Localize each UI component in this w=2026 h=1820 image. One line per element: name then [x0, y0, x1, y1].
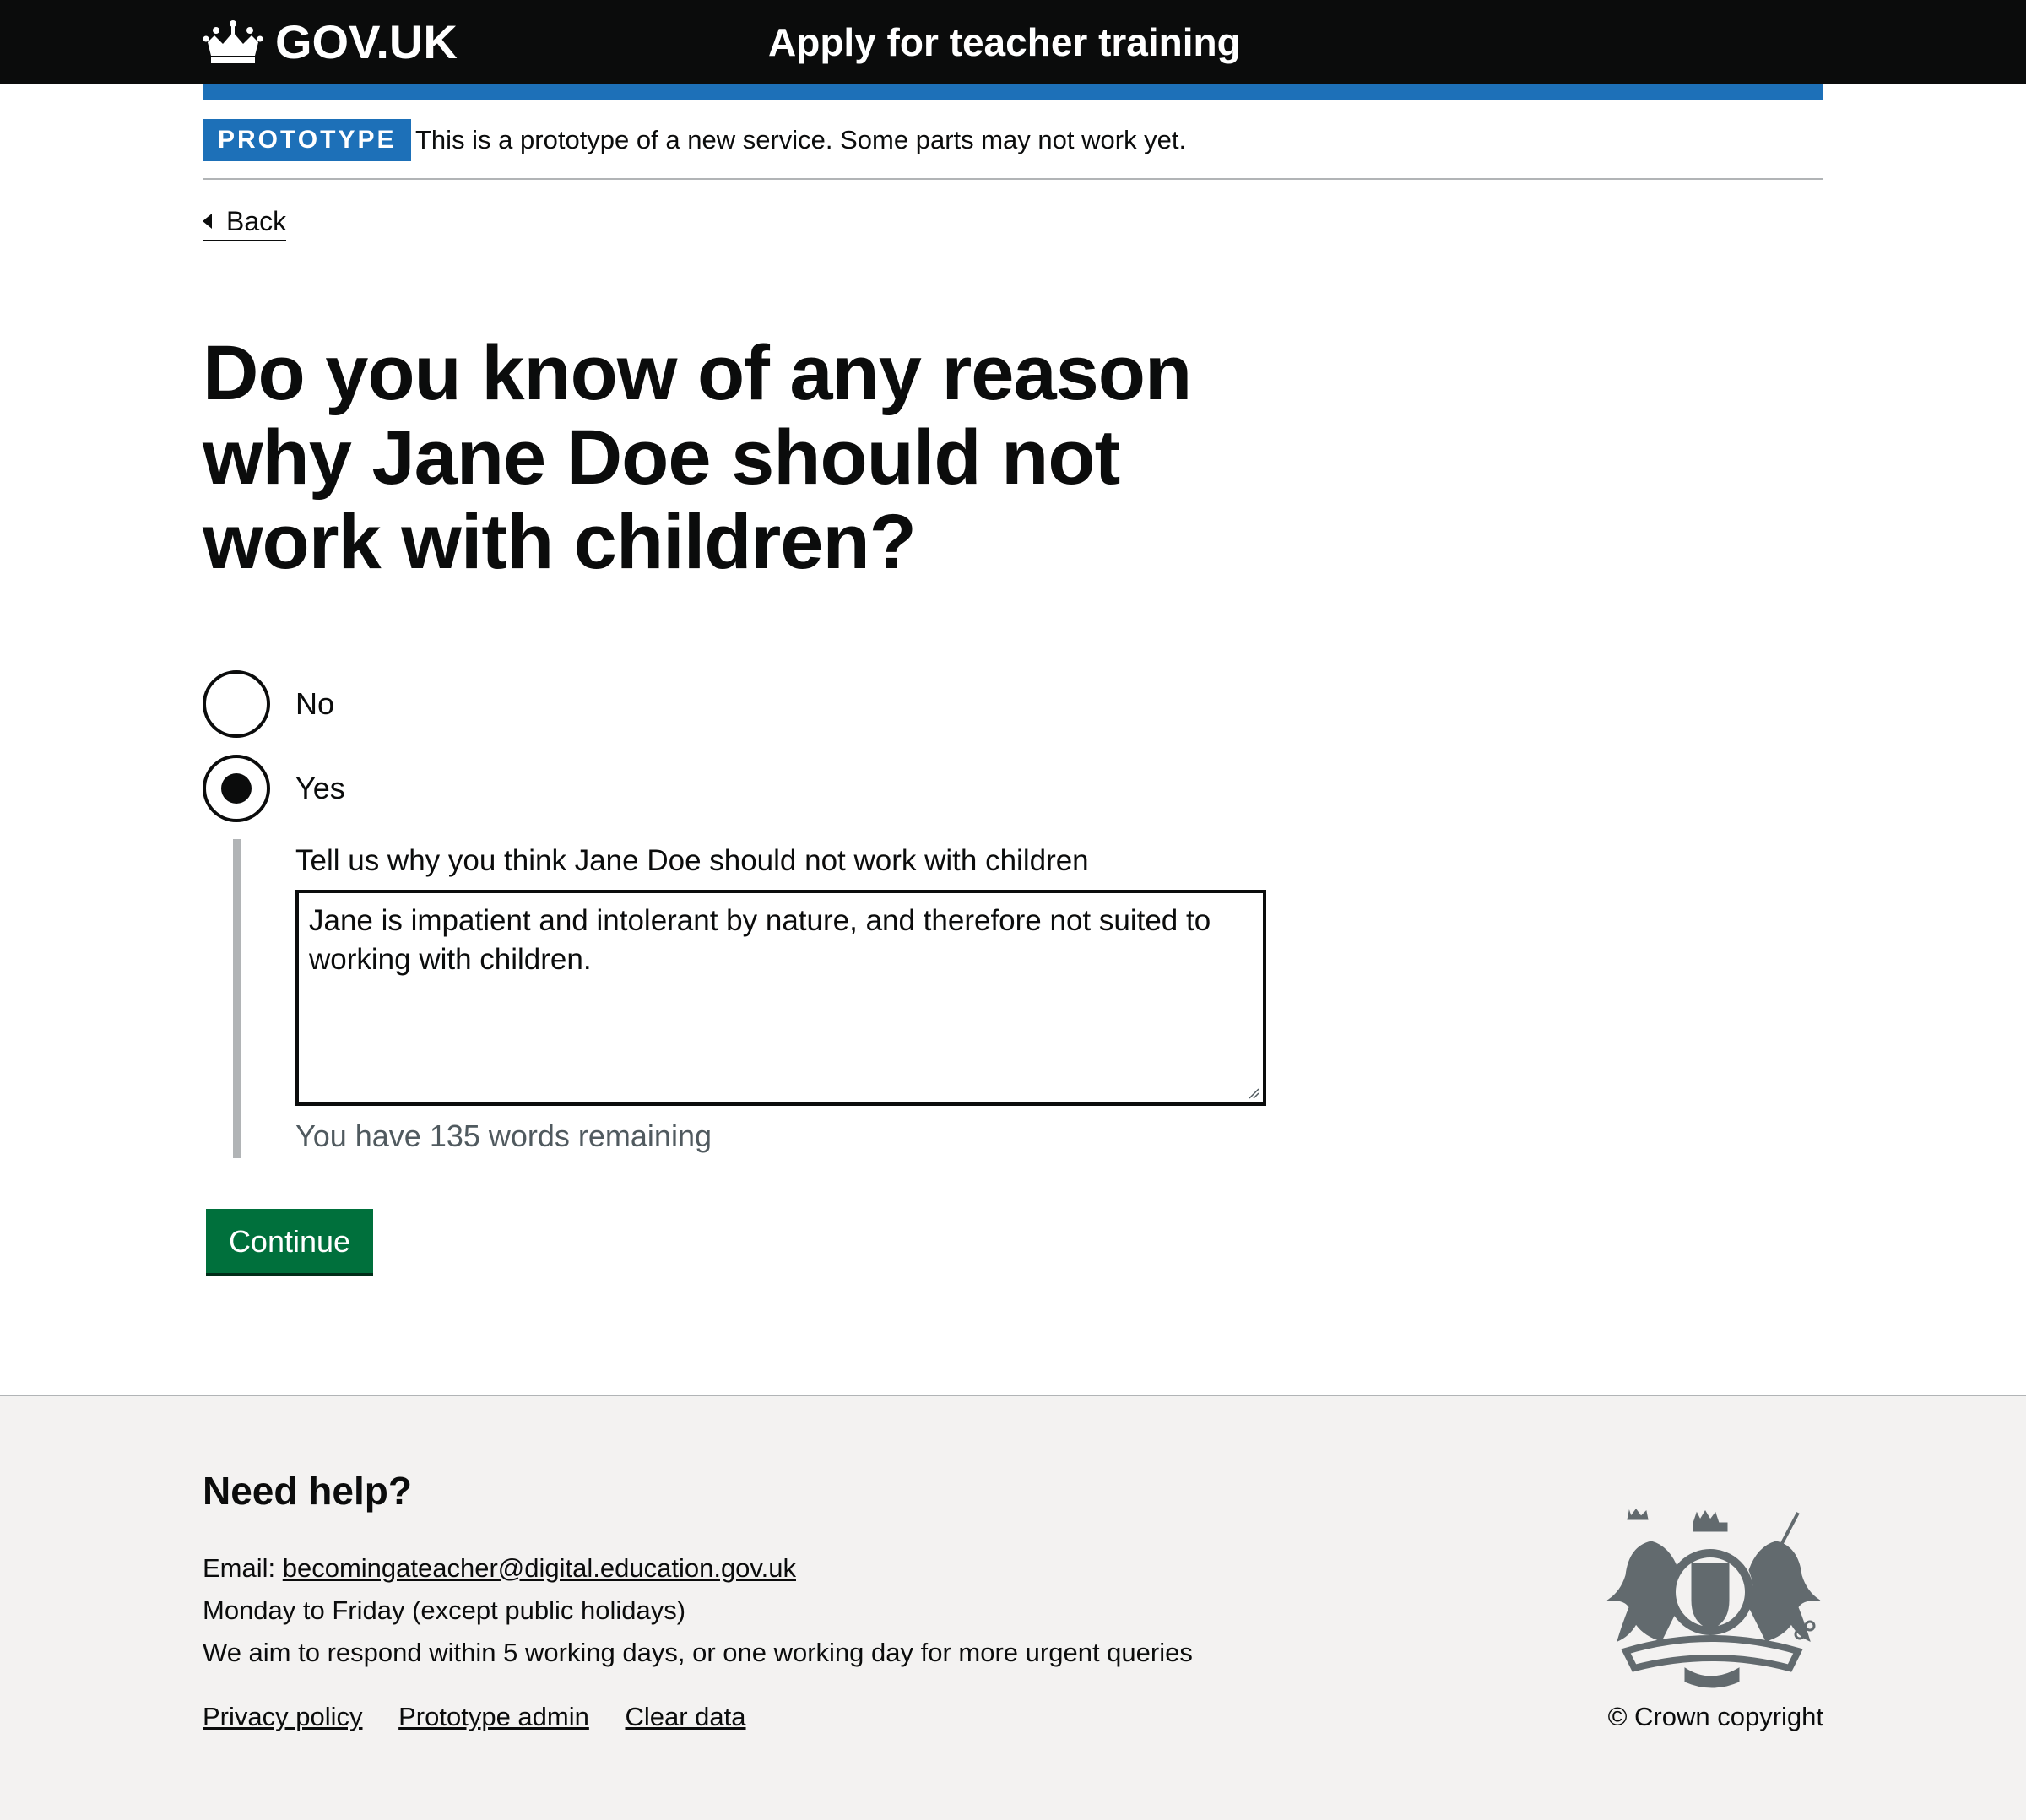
- phase-tag: PROTOTYPE: [203, 119, 412, 161]
- radio-no-label[interactable]: No: [295, 685, 334, 723]
- logo-text: GOV.UK: [275, 15, 458, 68]
- footer-heading: Need help?: [203, 1469, 412, 1513]
- radio-option-no[interactable]: No: [203, 670, 334, 738]
- footer-hours: Monday to Friday (except public holidays…: [203, 1595, 686, 1625]
- site-header: GOV.UK Apply for teacher training: [0, 0, 2026, 84]
- reason-textarea[interactable]: Jane is impatient and intolerant by natu…: [295, 890, 1266, 1106]
- back-link[interactable]: Back: [203, 203, 287, 241]
- phase-banner: PROTOTYPE This is a prototype of a new s…: [203, 117, 1823, 180]
- radio-no[interactable]: [203, 670, 270, 738]
- govuk-logo[interactable]: GOV.UK: [203, 15, 458, 69]
- radio-yes[interactable]: [203, 755, 270, 822]
- footer-link-clear-data[interactable]: Clear data: [625, 1702, 745, 1731]
- footer-link-prototype-admin[interactable]: Prototype admin: [398, 1702, 589, 1731]
- footer-email-prefix: Email:: [203, 1553, 283, 1583]
- footer-response-time: We aim to respond within 5 working days,…: [203, 1638, 1193, 1667]
- chevron-left-icon: [203, 214, 212, 229]
- page-title: Do you know of any reason why Jane Doe s…: [203, 330, 1192, 585]
- reason-field-label: Tell us why you think Jane Doe should no…: [295, 844, 1089, 877]
- crown-icon: [203, 20, 263, 63]
- royal-coat-of-arms-icon: [1606, 1509, 1821, 1688]
- footer-email-line: Email: becomingateacher@digital.educatio…: [203, 1550, 796, 1587]
- continue-button[interactable]: Continue: [206, 1209, 373, 1273]
- crown-copyright-link[interactable]: © Crown copyright: [1601, 1698, 1823, 1736]
- radio-yes-label[interactable]: Yes: [295, 770, 345, 807]
- footer-email-link[interactable]: becomingateacher@digital.education.gov.u…: [283, 1553, 796, 1583]
- service-name-link[interactable]: Apply for teacher training: [768, 17, 1241, 68]
- radio-option-yes[interactable]: Yes: [203, 755, 345, 822]
- phase-banner-text: This is a prototype of a new service. So…: [415, 125, 1187, 154]
- resize-handle-icon[interactable]: [1248, 1087, 1259, 1099]
- site-footer: Need help? Email: becomingateacher@digit…: [0, 1395, 2026, 1820]
- footer-link-privacy-policy[interactable]: Privacy policy: [203, 1702, 363, 1731]
- word-count-hint: You have 135 words remaining: [295, 1119, 712, 1153]
- header-blue-bar: [203, 84, 1823, 100]
- footer-links: Privacy policy Prototype admin Clear dat…: [203, 1698, 775, 1736]
- back-link-label: Back: [226, 206, 287, 236]
- conditional-reveal-bar: [233, 839, 241, 1158]
